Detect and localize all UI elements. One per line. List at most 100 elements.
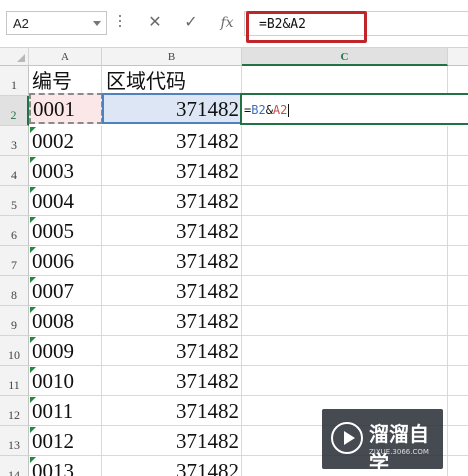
dropdown-arrow-icon[interactable]: [93, 21, 101, 26]
cell-value: 0002: [32, 129, 74, 153]
cell-b[interactable]: 371482: [102, 276, 242, 306]
cell-d[interactable]: [448, 276, 468, 306]
cell-b[interactable]: 371482: [102, 396, 242, 426]
cell-a[interactable]: 0013: [29, 456, 102, 476]
cell-d[interactable]: [448, 396, 468, 426]
cell-d[interactable]: [448, 186, 468, 216]
cell-c[interactable]: [242, 156, 448, 186]
cell-a[interactable]: 0009: [29, 336, 102, 366]
cell-b[interactable]: 371482: [102, 186, 242, 216]
cell-a[interactable]: 0007: [29, 276, 102, 306]
formula-ref-b2: B2: [251, 103, 266, 117]
cell-value: 371482: [176, 219, 239, 243]
enter-icon[interactable]: ✓: [178, 12, 204, 34]
cell-value: 371482: [176, 429, 239, 453]
row-number: 9: [11, 318, 17, 332]
row-header[interactable]: 9: [0, 306, 29, 336]
cell-c[interactable]: [242, 126, 448, 156]
cell-value: 371482: [176, 97, 239, 121]
cell-c[interactable]: [242, 276, 448, 306]
cell-b[interactable]: 371482: [102, 156, 242, 186]
cell-a[interactable]: 0008: [29, 306, 102, 336]
name-box[interactable]: A2: [6, 11, 107, 35]
cell-d[interactable]: [448, 246, 468, 276]
cell-a2-copy-marquee[interactable]: 0001: [29, 93, 103, 124]
cell-d[interactable]: [448, 66, 468, 96]
cell-d[interactable]: [448, 426, 468, 456]
cell-c[interactable]: [242, 306, 448, 336]
cancel-icon[interactable]: ✕: [142, 12, 168, 34]
name-box-value: A2: [13, 16, 29, 31]
row-header[interactable]: 1: [0, 66, 29, 96]
cell-b[interactable]: 371482: [102, 306, 242, 336]
formula-bar: A2 ✕ ✓ fx =B2&A2: [0, 0, 468, 48]
row-header[interactable]: 11: [0, 366, 29, 396]
cell-value: 0001: [33, 97, 75, 121]
cell-value: 编号: [32, 69, 72, 93]
cell-value: 371482: [176, 459, 239, 476]
row-header[interactable]: 8: [0, 276, 29, 306]
cell-b[interactable]: 371482: [102, 456, 242, 476]
cell-b[interactable]: 371482: [102, 366, 242, 396]
row-number: 12: [8, 408, 20, 422]
cell-value: 0008: [32, 309, 74, 333]
row-header[interactable]: 10: [0, 336, 29, 366]
cell-a[interactable]: 0011: [29, 396, 102, 426]
cell-value: 371482: [176, 189, 239, 213]
cell-a[interactable]: 0010: [29, 366, 102, 396]
cell-c[interactable]: [242, 186, 448, 216]
cell-c[interactable]: [242, 66, 448, 96]
grip-icon: [118, 15, 122, 31]
cell-value: 0009: [32, 339, 74, 363]
cell-a[interactable]: 0005: [29, 216, 102, 246]
cell-a[interactable]: 0003: [29, 156, 102, 186]
cell-b[interactable]: 371482: [102, 426, 242, 456]
cell-c[interactable]: [242, 216, 448, 246]
cell-a[interactable]: 0012: [29, 426, 102, 456]
cell-b[interactable]: 区域代码: [102, 66, 242, 96]
cell-value: 371482: [176, 309, 239, 333]
row-header[interactable]: 4: [0, 156, 29, 186]
cell-a[interactable]: 0006: [29, 246, 102, 276]
cell-c[interactable]: [242, 336, 448, 366]
cell-c[interactable]: [242, 246, 448, 276]
row-header[interactable]: 7: [0, 246, 29, 276]
cell-b[interactable]: 371482: [102, 216, 242, 246]
cell-d[interactable]: [448, 366, 468, 396]
cell-value: 区域代码: [106, 69, 186, 93]
row-number: 11: [8, 378, 20, 392]
cell-d[interactable]: [448, 216, 468, 246]
column-header-c[interactable]: C: [242, 48, 448, 66]
row-header[interactable]: 12: [0, 396, 29, 426]
cell-b[interactable]: 371482: [102, 126, 242, 156]
cell-value: 0013: [32, 459, 74, 476]
function-icon[interactable]: fx: [214, 12, 240, 34]
select-all-button[interactable]: [0, 48, 29, 66]
column-header-a[interactable]: A: [29, 48, 102, 66]
column-header-d[interactable]: [448, 48, 468, 66]
cell-d[interactable]: [448, 156, 468, 186]
row-number: 14: [8, 468, 20, 476]
row-header[interactable]: 3: [0, 126, 29, 156]
cell-a[interactable]: 0002: [29, 126, 102, 156]
cell-c2-editing[interactable]: =B2&A2: [240, 93, 468, 125]
cell-d[interactable]: [448, 126, 468, 156]
cell-a[interactable]: 编号: [29, 66, 102, 96]
row-header[interactable]: 2: [0, 96, 29, 126]
cell-a[interactable]: 0004: [29, 186, 102, 216]
cell-d[interactable]: [448, 456, 468, 476]
row-header[interactable]: 14: [0, 456, 29, 476]
watermark-logo: 溜溜自学 ZIXUE.3066.COM: [322, 409, 443, 475]
row-header[interactable]: 5: [0, 186, 29, 216]
row-header[interactable]: 6: [0, 216, 29, 246]
row-number: 5: [11, 198, 17, 212]
column-header-b[interactable]: B: [102, 48, 242, 66]
cell-d[interactable]: [448, 336, 468, 366]
row-header[interactable]: 13: [0, 426, 29, 456]
cell-c[interactable]: [242, 366, 448, 396]
cell-d[interactable]: [448, 306, 468, 336]
cell-b[interactable]: 371482: [102, 246, 242, 276]
text-caret: [288, 104, 290, 117]
cell-b[interactable]: 371482: [102, 336, 242, 366]
cell-b2-referenced[interactable]: 371482: [102, 93, 242, 124]
